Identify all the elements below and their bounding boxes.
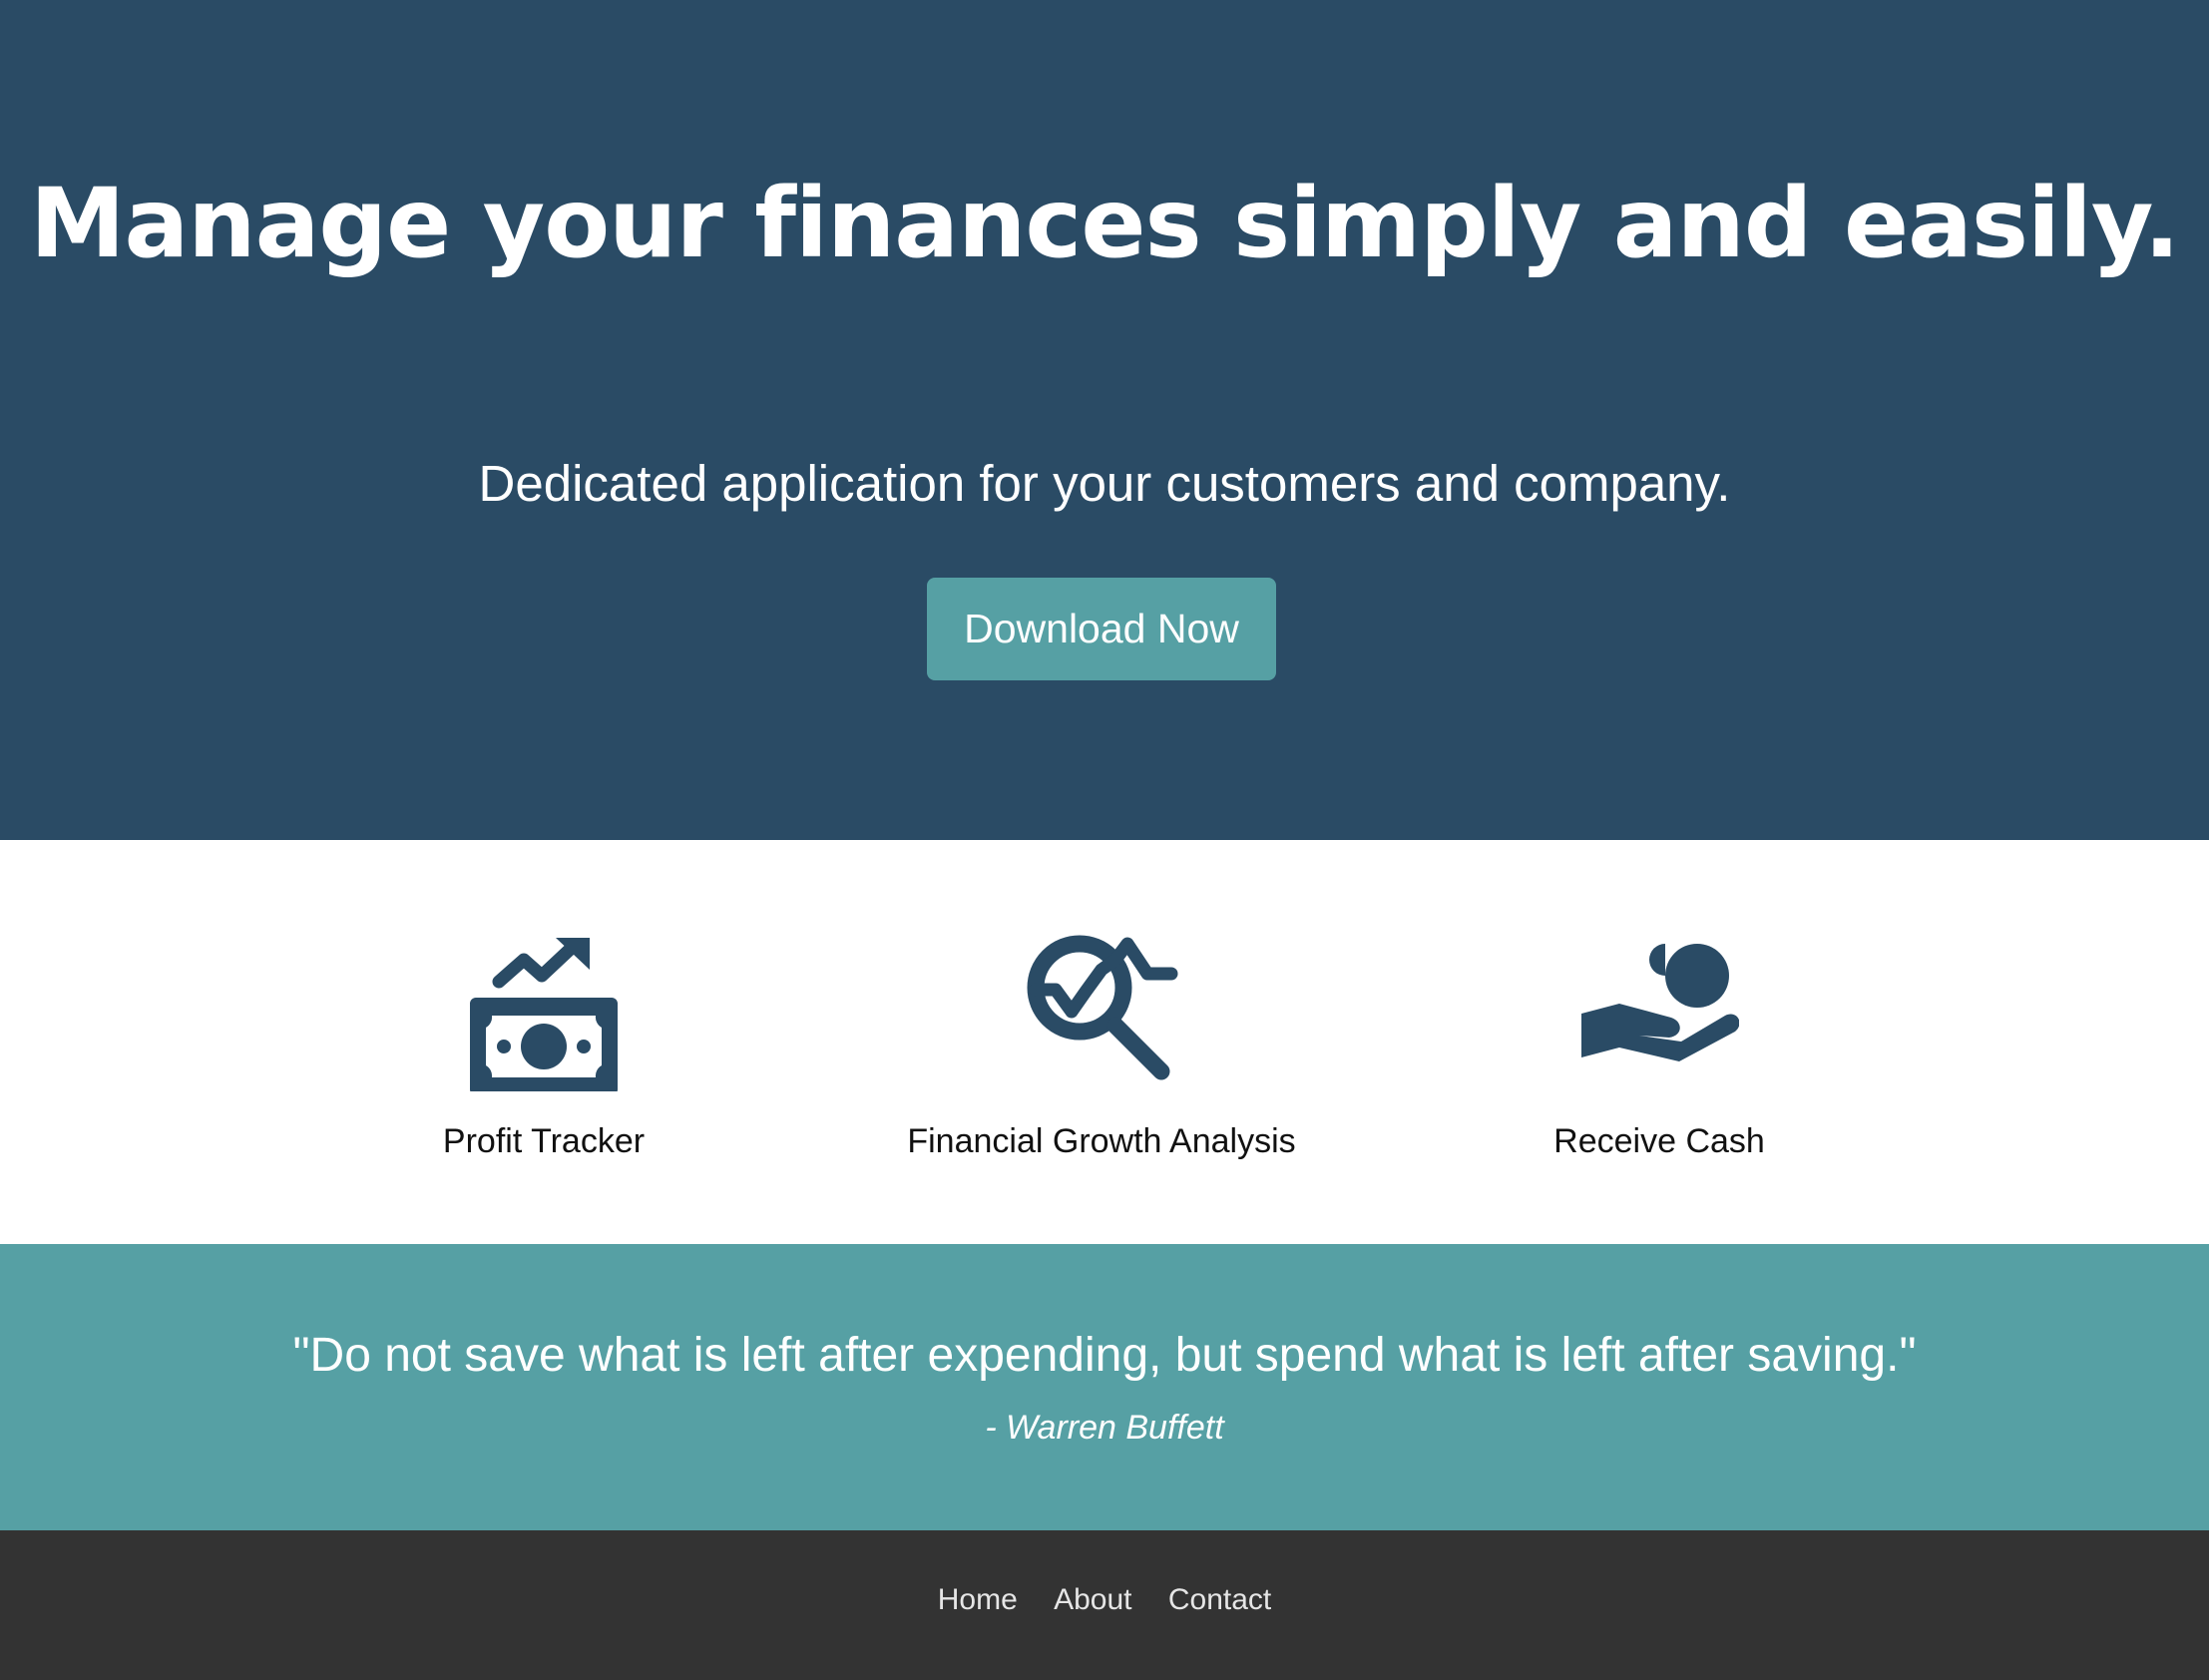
quote-section: "Do not save what is left after expendin… bbox=[0, 1244, 2209, 1530]
download-now-button[interactable]: Download Now bbox=[927, 578, 1276, 680]
feature-receive-cash: Receive Cash bbox=[1380, 840, 1939, 1244]
feature-label: Profit Tracker bbox=[442, 1122, 646, 1160]
hero-section: Manage your finances simply and easily. … bbox=[0, 0, 2209, 840]
feature-financial-growth-analysis: Financial Growth Analysis bbox=[822, 840, 1381, 1244]
feature-label: Financial Growth Analysis bbox=[907, 1122, 1296, 1160]
hero-title: Manage your finances simply and easily. bbox=[29, 168, 2180, 279]
footer: Home About Contact bbox=[0, 1530, 2209, 1680]
footer-link-contact[interactable]: Contact bbox=[1168, 1583, 1271, 1616]
magnifier-chart-icon bbox=[1027, 935, 1178, 1080]
hand-coin-icon bbox=[1581, 944, 1739, 1061]
footer-nav: Home About Contact bbox=[0, 1580, 2209, 1620]
features-section: Profit Tracker Financial Growth Analysis… bbox=[0, 840, 2209, 1244]
money-growth-icon bbox=[470, 938, 618, 1091]
footer-link-about[interactable]: About bbox=[1054, 1583, 1131, 1616]
feature-profit-tracker: Profit Tracker bbox=[264, 840, 823, 1244]
footer-link-home[interactable]: Home bbox=[938, 1583, 1018, 1616]
hero-subtitle: Dedicated application for your customers… bbox=[478, 455, 1731, 512]
quote-author: - Warren Buffett bbox=[985, 1409, 1224, 1447]
feature-label: Receive Cash bbox=[1553, 1122, 1765, 1160]
quote-text: "Do not save what is left after expendin… bbox=[292, 1329, 1917, 1382]
